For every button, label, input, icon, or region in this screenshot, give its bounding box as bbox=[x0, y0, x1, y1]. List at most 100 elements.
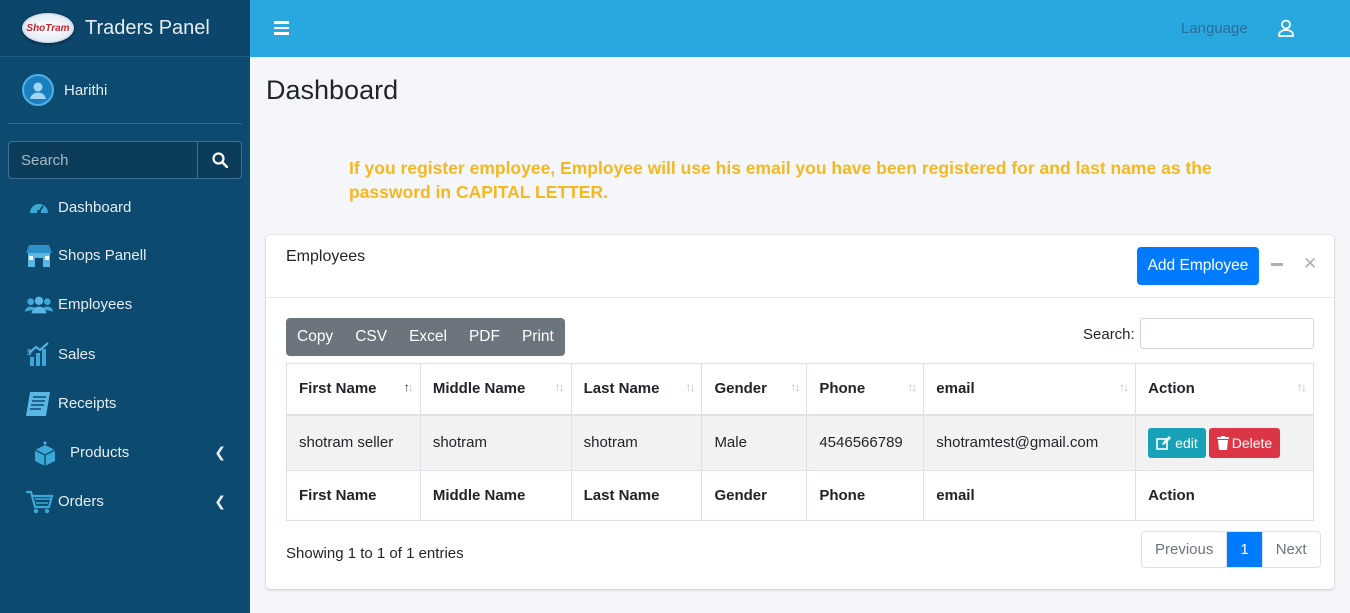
menu-toggle-icon[interactable] bbox=[274, 21, 289, 38]
cell-last-name: shotram bbox=[570, 414, 703, 471]
column-label: First Name bbox=[299, 380, 377, 398]
sidebar-item-dashboard[interactable]: Dashboard bbox=[0, 183, 250, 231]
store-icon bbox=[24, 243, 54, 269]
column-label: Last Name bbox=[583, 380, 660, 398]
notice-text: If you register employee, Employee will … bbox=[349, 158, 1212, 202]
table-info: Showing 1 to 1 of 1 entries bbox=[286, 545, 464, 562]
footer-label: First Name bbox=[286, 470, 421, 521]
sidebar-item-label: Shops Panell bbox=[58, 247, 147, 264]
table-header-row: First Name ↑↓ Middle Name ↑↓ Last Name ↑↓ G… bbox=[286, 363, 1314, 416]
sort-icon: ↑↓ bbox=[403, 380, 414, 394]
user-name: Harithi bbox=[64, 81, 108, 99]
sidebar-item-products[interactable]: Products ❮ bbox=[0, 428, 250, 477]
footer-label: email bbox=[923, 470, 1137, 521]
column-header[interactable]: Action ↑↓ bbox=[1135, 363, 1314, 416]
excel-button[interactable]: Excel bbox=[398, 318, 458, 356]
pagination: Previous 1 Next bbox=[1141, 531, 1321, 568]
sidebar-search-input[interactable] bbox=[8, 141, 197, 179]
footer-label: Middle Name bbox=[419, 470, 572, 521]
brand-title: Traders Panel bbox=[85, 16, 210, 39]
sidebar-item-label: Orders bbox=[58, 493, 104, 510]
cell-middle-name: shotram bbox=[419, 414, 572, 471]
cell-email: shotramtest@gmail.com bbox=[923, 414, 1137, 471]
page-1-button[interactable]: 1 bbox=[1227, 532, 1262, 567]
card-title: Employees bbox=[286, 248, 366, 265]
sidebar-item-label: Employees bbox=[58, 296, 133, 313]
sort-icon: ↑↓ bbox=[554, 380, 565, 394]
sort-icon: ↑↓ bbox=[685, 380, 695, 394]
language-menu[interactable]: Language bbox=[1181, 20, 1248, 37]
tachometer-icon bbox=[24, 198, 54, 216]
column-header[interactable]: Last Name ↑↓ bbox=[570, 363, 703, 416]
brand-logo-text: ShoTram bbox=[26, 22, 70, 34]
sidebar-item-label: Receipts bbox=[58, 395, 117, 412]
table-search-input[interactable] bbox=[1140, 318, 1314, 349]
footer-label: Last Name bbox=[570, 470, 703, 521]
sidebar-item-shops-panell[interactable]: Shops Panell bbox=[0, 231, 250, 280]
brand-logo: ShoTram bbox=[22, 13, 74, 43]
sidebar-item-label: Products bbox=[70, 444, 130, 461]
sort-icon: ↑↓ bbox=[790, 380, 800, 394]
sidebar-item-label: Sales bbox=[58, 345, 96, 363]
table-search-label: Search: bbox=[1083, 326, 1135, 343]
topbar: Language bbox=[250, 0, 1350, 57]
page-title: Dashboard bbox=[266, 75, 399, 105]
close-icon[interactable]: ✕ bbox=[1303, 254, 1317, 274]
box-icon bbox=[30, 440, 60, 466]
copy-button[interactable]: Copy bbox=[286, 318, 344, 356]
sidebar-item-employees[interactable]: Employees bbox=[0, 280, 250, 329]
column-header[interactable]: First Name ↑↓ bbox=[286, 363, 421, 416]
employees-card: Employees Add Employee ✕ Copy CSV Excel … bbox=[266, 235, 1334, 589]
previous-page-button[interactable]: Previous bbox=[1142, 532, 1228, 567]
brand[interactable]: ShoTram Traders Panel bbox=[0, 0, 250, 57]
add-employee-button[interactable]: Add Employee bbox=[1137, 247, 1259, 285]
cell-phone: 4546566789 bbox=[806, 414, 925, 471]
chevron-left-icon: ❮ bbox=[214, 493, 226, 509]
sidebar-item-receipts[interactable]: Receipts bbox=[0, 379, 250, 428]
table-row: shotram seller shotram shotram Male 4546… bbox=[286, 414, 1314, 471]
employees-table: First Name ↑↓ Middle Name ↑↓ Last Name ↑↓ G… bbox=[286, 363, 1314, 521]
sidebar-search bbox=[8, 141, 242, 179]
edit-icon bbox=[1156, 435, 1172, 450]
table-footer-row: First Name Middle Name Last Name Gender … bbox=[286, 470, 1314, 521]
trash-icon bbox=[1216, 435, 1229, 450]
receipt-icon bbox=[24, 389, 54, 419]
user-menu-icon[interactable] bbox=[1277, 19, 1295, 42]
avatar bbox=[22, 74, 54, 106]
footer-label: Phone bbox=[806, 470, 925, 521]
sidebar-item-sales[interactable]: $ Sales bbox=[0, 329, 250, 379]
column-label: Gender bbox=[714, 380, 767, 398]
column-header[interactable]: Phone ↑↓ bbox=[806, 363, 925, 416]
print-button[interactable]: Print bbox=[511, 318, 565, 356]
user-avatar-icon bbox=[30, 82, 46, 99]
export-buttons: Copy CSV Excel PDF Print bbox=[286, 318, 565, 356]
svg-text:$: $ bbox=[27, 348, 32, 357]
sidebar-item-orders[interactable]: Orders ❮ bbox=[0, 477, 250, 526]
column-label: Middle Name bbox=[432, 380, 526, 398]
sidebar-search-button[interactable] bbox=[197, 141, 242, 179]
column-header[interactable]: email ↑↓ bbox=[923, 363, 1137, 416]
user-panel[interactable]: Harithi bbox=[8, 57, 242, 124]
cell-gender: Male bbox=[701, 414, 808, 471]
sort-icon: ↑↓ bbox=[1297, 380, 1307, 394]
column-label: Action bbox=[1148, 380, 1195, 398]
column-header[interactable]: Middle Name ↑↓ bbox=[419, 363, 572, 416]
users-icon bbox=[24, 295, 54, 315]
column-header[interactable]: Gender ↑↓ bbox=[701, 363, 808, 416]
sidebar-item-label: Dashboard bbox=[58, 198, 132, 216]
csv-button[interactable]: CSV bbox=[344, 318, 398, 356]
cell-action: edit Delete bbox=[1135, 414, 1314, 471]
edit-button[interactable]: edit bbox=[1148, 427, 1206, 458]
search-icon bbox=[211, 152, 228, 168]
column-label: email bbox=[936, 380, 975, 398]
footer-label: Gender bbox=[701, 470, 808, 521]
pdf-button[interactable]: PDF bbox=[458, 318, 511, 356]
collapse-icon[interactable] bbox=[1271, 263, 1283, 266]
delete-button[interactable]: Delete bbox=[1208, 427, 1281, 458]
sidebar: ShoTram Traders Panel Harithi Dashboard … bbox=[0, 0, 250, 613]
sidebar-nav: Dashboard Shops Panell Employees $ Sales… bbox=[0, 183, 250, 526]
next-page-button[interactable]: Next bbox=[1261, 532, 1320, 567]
cell-first-name: shotram seller bbox=[286, 414, 421, 471]
cart-icon bbox=[24, 489, 54, 515]
edit-label: edit bbox=[1175, 434, 1198, 451]
